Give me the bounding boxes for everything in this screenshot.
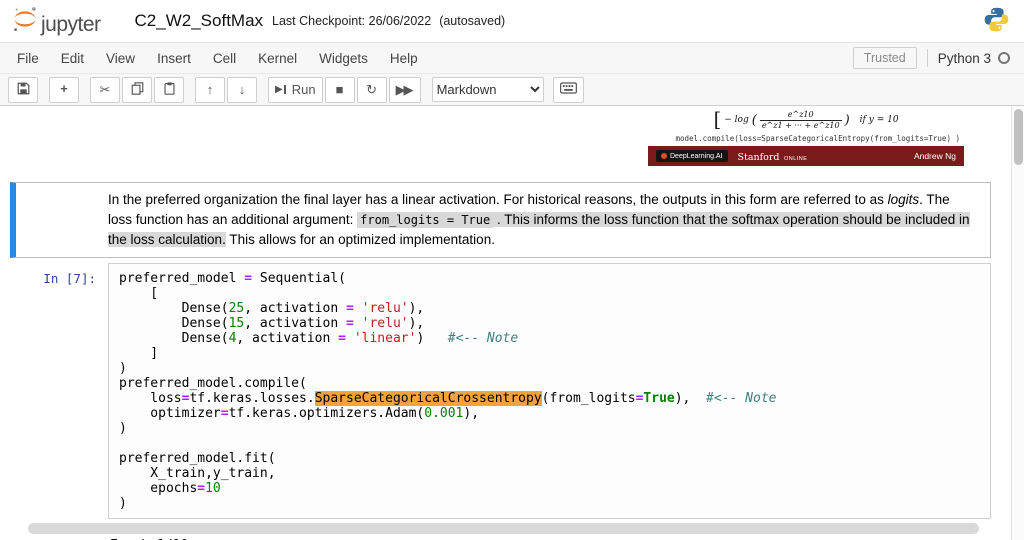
scrollbar-thumb[interactable] <box>1014 109 1023 165</box>
stanford-logo: Stanford ONLINE <box>737 152 808 163</box>
kernel-name: Python 3 <box>937 50 991 66</box>
code-line: ) <box>119 496 127 511</box>
scissors-icon: ✂ <box>99 82 111 97</box>
menu-item-help[interactable]: Help <box>379 46 429 71</box>
menu-item-file[interactable]: File <box>6 46 50 71</box>
code-line: X_train,y_train, <box>119 466 276 481</box>
menu-item-widgets[interactable]: Widgets <box>308 46 379 71</box>
jupyter-planet-icon <box>12 6 38 37</box>
code-editor[interactable]: preferred_model = Sequential( [ Dense(25… <box>108 263 991 519</box>
cell-type-select[interactable]: Markdown <box>431 77 544 102</box>
menubar-right: Trusted Python 3 <box>852 47 1018 69</box>
stop-icon: ■ <box>335 82 344 97</box>
code-cell[interactable]: In [7]: preferred_model = Sequential( [ … <box>10 263 991 519</box>
fast-forward-icon: ▶▶ <box>395 82 414 97</box>
arrow-up-icon: ↑ <box>206 82 214 97</box>
deeplearning-ai-logo: DeepLearning.AI <box>656 150 728 162</box>
jupyter-logo[interactable]: jupyter <box>12 6 101 37</box>
code-line: optimizer=tf.keras.optimizers.Adam(0.001… <box>119 406 480 421</box>
menubar-items: File Edit View Insert Cell Kernel Widgets Help <box>6 46 429 71</box>
notebook-title[interactable]: C2_W2_SoftMax <box>135 11 264 31</box>
scrollbar[interactable] <box>1011 106 1024 540</box>
checkpoint-status: Last Checkpoint: 26/06/2022 <box>272 14 432 28</box>
paste-cell-button[interactable] <box>154 76 184 103</box>
code-lines: preferred_model = Sequential( [ Dense(25… <box>119 271 980 511</box>
code-line: Dense(15, activation = 'relu'), <box>119 316 425 331</box>
copy-cell-button[interactable] <box>122 76 152 103</box>
clipboard-icon <box>163 81 176 98</box>
markdown-cell-gutter <box>16 183 108 257</box>
output-scroll-bar[interactable] <box>28 523 979 534</box>
menu-item-view[interactable]: View <box>95 46 146 71</box>
code-line: Dense(4, activation = 'linear') #<-- Not… <box>119 331 519 346</box>
keyboard-icon <box>559 82 577 97</box>
slide-code-line: model.compile(loss=SparseCategoricalEntr… <box>675 134 960 143</box>
lecture-slide: [ − log ( e^z10 e^z1 + ··· + e^z10 ) if … <box>648 106 964 166</box>
restart-kernel-button[interactable]: ↻ <box>356 76 387 103</box>
header: jupyter C2_W2_SoftMax Last Checkpoint: 2… <box>0 0 1024 42</box>
toolbar: + ✂ ↑ ↓ ▶ Run ■ ↻ ▶▶ Markdown <box>0 74 1024 105</box>
menu-item-insert[interactable]: Insert <box>146 46 202 71</box>
menubar: File Edit View Insert Cell Kernel Widgets Help … <box>0 43 1024 74</box>
input-prompt: In [7]: <box>43 271 96 286</box>
add-cell-button[interactable]: + <box>49 76 79 103</box>
run-label: Run <box>291 82 316 97</box>
code-line: epochs=10 <box>119 481 221 496</box>
interrupt-kernel-button[interactable]: ■ <box>324 76 355 103</box>
code-line: ] <box>119 346 159 361</box>
save-icon <box>17 82 30 98</box>
search-highlight: SparseCategoricalCrossentropy <box>314 391 542 406</box>
menu-item-edit[interactable]: Edit <box>50 46 95 71</box>
slide-banner: DeepLearning.AI Stanford ONLINE Andrew N… <box>648 146 964 166</box>
restart-run-all-button[interactable]: ▶▶ <box>388 76 421 103</box>
trusted-badge: Trusted <box>852 47 917 69</box>
code-line: preferred_model = Sequential( <box>119 271 346 286</box>
arrow-down-icon: ↓ <box>238 82 246 97</box>
markdown-segment-p: This allows for an optimized implementat… <box>225 232 495 247</box>
markdown-segment-code: from_logits = True <box>357 212 494 228</box>
markdown-text: In the preferred organization the final … <box>108 183 990 257</box>
move-cell-down-button[interactable]: ↓ <box>227 76 257 103</box>
kernel-idle-icon <box>998 52 1010 64</box>
notebook-container: [ − log ( e^z10 e^z1 + ··· + e^z10 ) if … <box>0 106 1024 540</box>
python-logo-icon <box>983 6 1010 38</box>
slide-author: Andrew Ng <box>913 151 956 161</box>
code-line: ) <box>119 421 127 436</box>
formula-fraction: e^z10 e^z1 + ··· + e^z10 <box>759 110 842 130</box>
cut-cell-button[interactable]: ✂ <box>90 76 120 103</box>
command-palette-button[interactable] <box>552 76 584 103</box>
menu-item-cell[interactable]: Cell <box>202 46 247 71</box>
deeplearning-ai-icon <box>661 153 667 159</box>
menu-item-kernel[interactable]: Kernel <box>247 46 308 71</box>
code-line: loss=tf.keras.losses.SparseCategoricalCr… <box>119 391 777 406</box>
slide-formula: [ − log ( e^z10 e^z1 + ··· + e^z10 ) if … <box>713 106 899 131</box>
code-line: Dense(25, activation = 'relu'), <box>119 301 425 316</box>
run-icon: ▶ <box>275 84 283 95</box>
code-line: ) <box>119 361 127 376</box>
plus-icon: + <box>60 81 68 96</box>
code-line: [ <box>119 286 166 301</box>
save-button[interactable] <box>8 76 38 103</box>
code-line: preferred_model.compile( <box>119 376 307 391</box>
markdown-cell[interactable]: In the preferred organization the final … <box>10 182 991 258</box>
markdown-segment-i: logits <box>887 192 920 207</box>
copy-icon <box>131 81 144 98</box>
divider <box>926 49 928 67</box>
refresh-icon: ↻ <box>366 82 378 97</box>
markdown-segment-p: In the preferred organization the final … <box>108 192 888 207</box>
notebook-chrome: File Edit View Insert Cell Kernel Widgets Help … <box>0 42 1024 106</box>
autosave-status: (autosaved) <box>439 14 506 28</box>
jupyter-wordmark: jupyter <box>41 12 101 36</box>
code-line: preferred_model.fit( <box>119 451 276 466</box>
move-cell-up-button[interactable]: ↑ <box>195 76 225 103</box>
run-button[interactable]: ▶ Run <box>268 76 323 103</box>
